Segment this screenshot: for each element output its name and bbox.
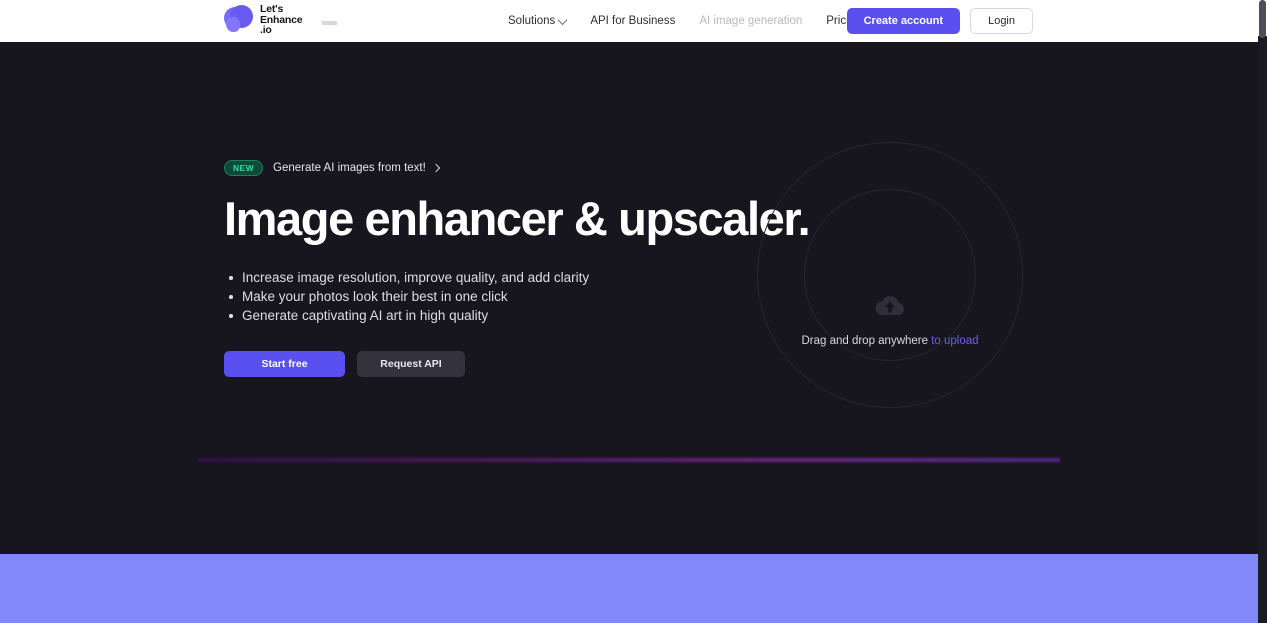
page-root: Let's Enhance .io Solutions API for Busi… bbox=[0, 0, 1267, 623]
showcase-top-edge bbox=[198, 458, 1060, 462]
upload-link[interactable]: to upload bbox=[931, 335, 978, 347]
nav-label: API for Business bbox=[590, 15, 676, 27]
hero-feature-list: Increase image resolution, improve quali… bbox=[224, 268, 744, 325]
page-scrollbar[interactable] bbox=[1258, 0, 1267, 623]
list-item: Generate captivating AI art in high qual… bbox=[224, 306, 744, 325]
nav-label: Solutions bbox=[508, 15, 556, 27]
logo-wordmark: Let's Enhance .io bbox=[260, 3, 337, 36]
header-actions: Create account Login bbox=[846, 8, 1033, 34]
create-account-button[interactable]: Create account bbox=[846, 8, 961, 34]
nav-item-solutions[interactable]: Solutions bbox=[508, 14, 568, 27]
nav-item-api-for-business[interactable]: API for Business bbox=[590, 15, 675, 27]
scrollbar-thumb[interactable] bbox=[1259, 0, 1266, 38]
nav-item-ai-image-generation[interactable]: AI image generation bbox=[699, 15, 802, 27]
upload-dropzone[interactable]: Drag and drop anywhere to upload bbox=[757, 142, 1023, 408]
site-header: Let's Enhance .io Solutions API for Busi… bbox=[0, 0, 1258, 42]
dropzone-text-plain: Drag and drop anywhere bbox=[801, 335, 932, 347]
new-feature-banner[interactable]: NEW Generate AI images from text! bbox=[224, 160, 441, 176]
hero-content: NEW Generate AI images from text! Image … bbox=[224, 160, 811, 377]
logo-line-3: .io bbox=[260, 24, 272, 36]
list-item: Make your photos look their best in one … bbox=[224, 287, 744, 306]
new-feature-label: Generate AI images from text! bbox=[273, 162, 426, 174]
login-button[interactable]: Login bbox=[970, 8, 1033, 34]
nav-label: AI image generation bbox=[699, 15, 803, 27]
page-title: Image enhancer & upscaler. bbox=[224, 192, 811, 245]
hero-cta-row: Start free Request API bbox=[224, 351, 744, 377]
dropzone-text: Drag and drop anywhere to upload bbox=[801, 335, 978, 347]
chevron-down-icon bbox=[557, 14, 568, 25]
logo-line-2: Enhance bbox=[260, 14, 337, 26]
site-logo[interactable]: Let's Enhance .io bbox=[224, 3, 337, 36]
new-feature-link[interactable]: Generate AI images from text! bbox=[273, 162, 441, 174]
chevron-right-icon bbox=[431, 163, 441, 173]
start-free-button[interactable]: Start free bbox=[224, 351, 345, 377]
cloud-upload-icon bbox=[875, 296, 905, 315]
blob-logo-icon bbox=[224, 4, 253, 34]
request-api-button[interactable]: Request API bbox=[357, 351, 465, 377]
list-item: Increase image resolution, improve quali… bbox=[224, 268, 744, 287]
bottom-section-band bbox=[0, 554, 1258, 623]
logo-dash-decoration bbox=[322, 20, 337, 25]
new-badge: NEW bbox=[224, 160, 264, 176]
